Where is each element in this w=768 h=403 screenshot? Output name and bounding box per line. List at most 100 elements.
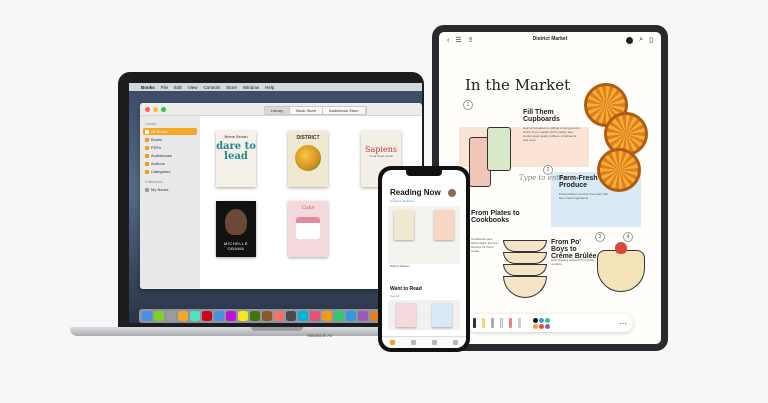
markup-pen-icon[interactable] xyxy=(626,36,634,44)
dock-app-icon[interactable] xyxy=(142,311,152,321)
account-avatar[interactable] xyxy=(448,189,456,197)
citrus-illustration xyxy=(295,145,321,171)
book-cover-district[interactable]: DISTRICT xyxy=(288,131,328,187)
current-book-title: District Market xyxy=(390,264,410,268)
share-icon[interactable]: ⇪ xyxy=(468,36,474,44)
menu-edit[interactable]: Edit xyxy=(174,85,182,90)
menu-view[interactable]: View xyxy=(188,85,198,90)
tab-book-store[interactable] xyxy=(432,340,437,345)
menu-file[interactable]: File xyxy=(161,85,168,90)
bowls-illustration xyxy=(503,240,547,302)
headphones-icon xyxy=(145,153,149,158)
marker-tool-icon[interactable] xyxy=(482,318,485,328)
dock-app-icon[interactable] xyxy=(358,311,368,321)
sidebar-heading-collections: Collections xyxy=(145,180,163,184)
color-swatch[interactable] xyxy=(533,323,538,329)
macbook-model-label: MacBook Air xyxy=(307,333,333,338)
color-swatch[interactable] xyxy=(539,317,544,323)
dock-app-icon[interactable] xyxy=(262,311,272,321)
book-icon xyxy=(145,137,149,142)
dock-app-icon[interactable] xyxy=(154,311,164,321)
sidebar-item-books[interactable]: Books xyxy=(143,136,197,143)
menu-help[interactable]: Help xyxy=(265,85,274,90)
zoom-button[interactable] xyxy=(161,106,166,112)
color-swatch[interactable] xyxy=(539,323,544,329)
color-swatch[interactable] xyxy=(545,317,550,323)
dock-app-icon[interactable] xyxy=(346,311,356,321)
sidebar-item-all-books[interactable]: All Books xyxy=(143,128,197,135)
ruler-tool-icon[interactable] xyxy=(518,318,521,328)
window-titlebar: Library Book Store Audiobook Store xyxy=(140,103,422,116)
tab-reading-now[interactable] xyxy=(390,340,395,345)
segment-library[interactable]: Library xyxy=(265,107,291,114)
minimize-button[interactable] xyxy=(153,106,158,112)
dock-app-icon[interactable] xyxy=(178,311,188,321)
current-book-card[interactable] xyxy=(388,206,460,264)
book-author: Yuval Noah Harari xyxy=(368,154,394,158)
book-title: MICHELLE OBAMA xyxy=(223,241,248,251)
book-cover xyxy=(394,210,414,240)
dock-app-icon[interactable] xyxy=(226,311,236,321)
tab-library[interactable] xyxy=(411,340,416,345)
contents-icon[interactable]: ☰ xyxy=(455,36,461,44)
sidebar-item-my-books[interactable]: My Books xyxy=(143,186,197,193)
pen-tool-icon[interactable] xyxy=(473,318,476,328)
tab-search[interactable] xyxy=(453,340,458,345)
section-body: New Orleans classics from local vendors. xyxy=(551,258,594,266)
dock-app-icon[interactable] xyxy=(274,311,284,321)
dock-app-icon[interactable] xyxy=(214,311,224,321)
bookmark-icon[interactable]: ▯ xyxy=(649,36,653,44)
dock-app-icon[interactable] xyxy=(286,311,296,321)
book-cover-cake[interactable]: Cake xyxy=(288,201,328,257)
dock-app-icon[interactable] xyxy=(334,311,344,321)
dock-app-icon[interactable] xyxy=(322,311,332,321)
color-swatch[interactable] xyxy=(533,317,538,323)
continue-reading-link[interactable]: Continue Reading xyxy=(390,199,414,203)
dock-app-icon[interactable] xyxy=(310,311,320,321)
iphone-screen: Reading Now Continue Reading District Ma… xyxy=(382,170,466,348)
eraser-tool-icon[interactable] xyxy=(500,318,503,328)
book-cover xyxy=(434,210,454,240)
more-options-icon[interactable]: ⋯ xyxy=(619,319,627,328)
dock-app-icon[interactable] xyxy=(166,311,176,321)
dock-app-icon[interactable] xyxy=(238,311,248,321)
reading-now-title: Reading Now xyxy=(390,188,441,197)
want-to-read-heading: Want to Read xyxy=(390,286,422,292)
book-title: DISTRICT xyxy=(296,135,320,141)
page-heading: In the Market xyxy=(465,76,571,94)
book-cover-becoming[interactable]: MICHELLE OBAMA xyxy=(216,201,256,257)
sidebar-item-pdfs[interactable]: PDFs xyxy=(143,144,197,151)
dock-app-icon[interactable] xyxy=(190,311,200,321)
lasso-tool-icon[interactable] xyxy=(509,318,512,328)
book-title: Sapiens xyxy=(365,145,397,154)
pencil-tool-icon[interactable] xyxy=(491,318,494,328)
ipad-toolbar: ‹ ☰ ⇪ District Market ⌕ ▯ xyxy=(439,32,661,48)
dock-app-icon[interactable] xyxy=(298,311,308,321)
mac-menubar: Books File Edit View Controls Store Wind… xyxy=(129,83,422,91)
dock-app-icon[interactable] xyxy=(202,311,212,321)
close-button[interactable] xyxy=(145,106,150,112)
menu-controls[interactable]: Controls xyxy=(203,85,220,90)
sidebar-item-categories[interactable]: Categories xyxy=(143,168,197,175)
color-swatch[interactable] xyxy=(545,323,550,329)
sidebar-item-label: Books xyxy=(151,137,163,142)
book-cover xyxy=(396,303,416,327)
sidebar-item-label: Audiobooks xyxy=(151,153,172,158)
menu-window[interactable]: Window xyxy=(243,85,259,90)
sidebar-item-authors[interactable]: Authors xyxy=(143,160,197,167)
book-cover-dare-to-lead[interactable]: Brené Brown dare to lead xyxy=(216,131,256,187)
want-to-read-card[interactable] xyxy=(388,300,460,330)
segment-book-store[interactable]: Book Store xyxy=(290,107,324,114)
menu-store[interactable]: Store xyxy=(226,85,237,90)
section-title: From Plates to Cookbooks xyxy=(471,210,520,224)
section-body: Cookbooks and kitchenware line the shelv… xyxy=(471,237,498,253)
dock-app-icon[interactable] xyxy=(250,311,260,321)
cake-illustration xyxy=(296,217,320,239)
search-icon[interactable]: ⌕ xyxy=(639,36,643,44)
sidebar-item-audiobooks[interactable]: Audiobooks xyxy=(143,152,197,159)
menu-books[interactable]: Books xyxy=(141,85,155,90)
segment-audiobook-store[interactable]: Audiobook Store xyxy=(323,107,366,114)
see-all-link[interactable]: See All xyxy=(390,294,399,298)
books-icon xyxy=(145,129,149,134)
back-chevron-icon[interactable]: ‹ xyxy=(447,37,449,44)
